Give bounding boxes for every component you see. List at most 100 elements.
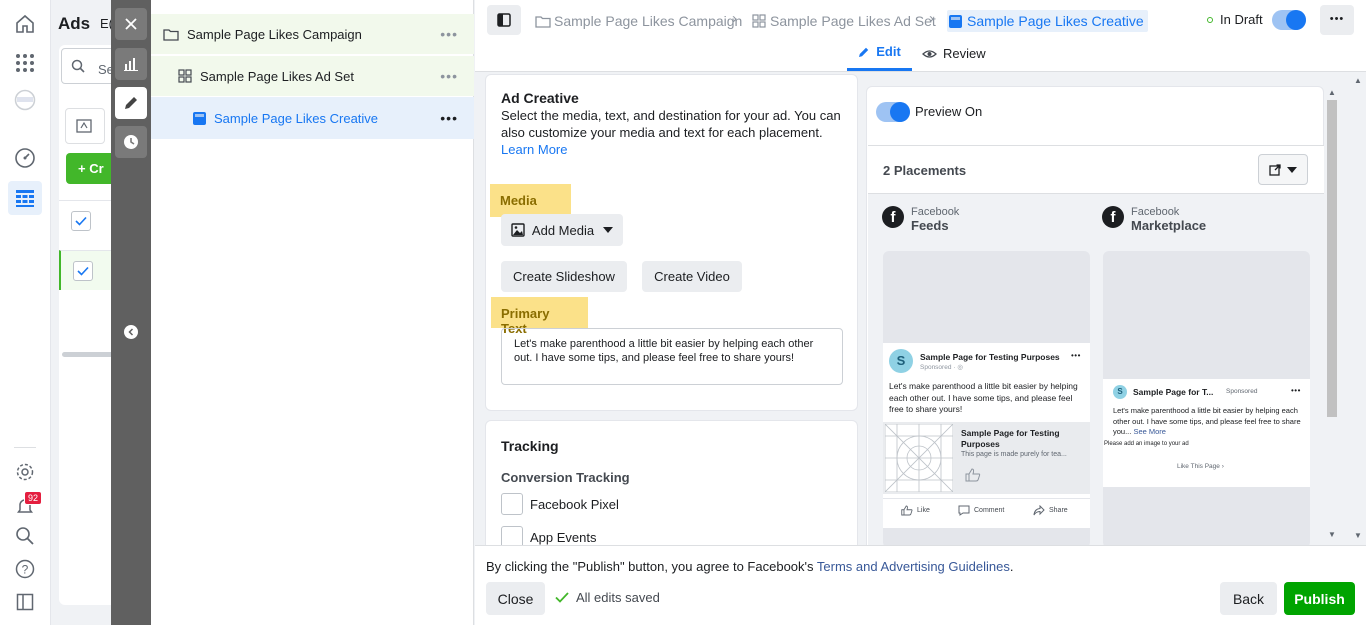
- breadcrumb-campaign[interactable]: Sample Page Likes Campaign: [535, 10, 742, 32]
- edit-pencil-icon[interactable]: [115, 87, 147, 119]
- page-avatar: S: [889, 349, 913, 373]
- home-icon[interactable]: [13, 12, 37, 36]
- media-label: Media: [490, 184, 571, 217]
- panel-toggle-icon[interactable]: [13, 590, 37, 614]
- horizontal-scrollbar[interactable]: [62, 352, 114, 357]
- breadcrumb-creative[interactable]: Sample Page Likes Creative: [947, 10, 1148, 32]
- marketplace-placement-header: f Facebook Marketplace: [1102, 206, 1206, 233]
- post-page-name: Sample Page for Testing Purposes: [920, 352, 1060, 362]
- notifications-badge: 92: [24, 491, 43, 505]
- facebook-logo-icon: f: [882, 206, 904, 228]
- status-toggle[interactable]: [1272, 10, 1306, 30]
- breadcrumb-label: Sample Page Likes Campaign: [554, 13, 743, 29]
- share-action: Share: [1033, 505, 1068, 516]
- chart-icon[interactable]: [115, 48, 147, 80]
- scroll-down-arrow-icon[interactable]: ▼: [1354, 531, 1362, 540]
- tracking-card: Tracking Conversion Tracking Facebook Pi…: [485, 420, 858, 560]
- open-preview-button[interactable]: [1258, 154, 1308, 185]
- ads-title: Ads: [58, 14, 91, 33]
- settings-gear-icon[interactable]: [13, 460, 37, 484]
- tree-item-campaign[interactable]: Sample Page Likes Campaign •••: [151, 14, 474, 54]
- divider: [883, 498, 1090, 499]
- scroll-down-arrow-icon[interactable]: ▼: [1328, 530, 1336, 539]
- placement-name: Feeds: [911, 218, 949, 233]
- breadcrumb-adset[interactable]: Sample Page Likes Ad Set: [752, 10, 936, 32]
- back-button[interactable]: Back: [1220, 582, 1277, 615]
- publish-button[interactable]: Publish: [1284, 582, 1355, 615]
- breadcrumb-label: Sample Page Likes Ad Set: [770, 13, 936, 29]
- button-label: Add Media: [531, 222, 595, 238]
- tree-item-adset[interactable]: Sample Page Likes Ad Set •••: [151, 56, 474, 96]
- table-row[interactable]: [59, 250, 114, 290]
- tree-item-creative[interactable]: Sample Page Likes Creative •••: [151, 97, 474, 139]
- preview-scrollbar[interactable]: ▲ ▼: [1326, 86, 1338, 546]
- more-options-icon: •••: [1291, 386, 1301, 395]
- search-icon[interactable]: [13, 524, 37, 548]
- row-checkbox[interactable]: [73, 261, 93, 281]
- collapse-chevron-icon[interactable]: [124, 325, 138, 339]
- folder-icon: [163, 28, 179, 41]
- feeds-post: S Sample Page for Testing Purposes Spons…: [883, 343, 1090, 528]
- adset-grid-icon: [752, 14, 766, 28]
- close-editor-button[interactable]: [115, 8, 147, 40]
- status-dot-icon: [1207, 17, 1213, 23]
- marketplace-preview-mockup[interactable]: S Sample Page for T... Sponsored ••• Let…: [1103, 251, 1310, 548]
- help-icon[interactable]: ?: [13, 557, 37, 581]
- like-action: Like: [901, 505, 930, 516]
- history-clock-icon[interactable]: [115, 126, 147, 158]
- left-navigation: 92 ?: [0, 0, 51, 625]
- table-row[interactable]: [59, 200, 114, 240]
- share-icon: [1033, 505, 1045, 516]
- row-checkbox[interactable]: [71, 211, 91, 231]
- tab-edit[interactable]: Edit: [847, 44, 912, 71]
- status-text: In Draft: [1220, 12, 1263, 27]
- scrollbar-thumb[interactable]: [1327, 100, 1337, 417]
- agreement-text: By clicking the "Publish" button, you ag…: [486, 559, 1013, 574]
- feeds-preview-mockup[interactable]: S Sample Page for Testing Purposes Spons…: [883, 251, 1090, 548]
- dashboard-gauge-icon[interactable]: [13, 146, 37, 170]
- more-options-icon[interactable]: •••: [440, 110, 458, 126]
- folder-icon: [76, 119, 92, 133]
- more-options-icon[interactable]: •••: [440, 68, 458, 84]
- create-button[interactable]: + Cr: [66, 153, 116, 184]
- scroll-up-arrow-icon[interactable]: ▲: [1354, 76, 1362, 85]
- create-slideshow-button[interactable]: Create Slideshow: [501, 261, 627, 292]
- background-search[interactable]: Se: [61, 48, 116, 84]
- more-options-button[interactable]: •••: [1320, 5, 1354, 35]
- ad-creative-icon: [949, 14, 962, 28]
- editor-toolbar: [111, 0, 151, 625]
- post-page-name: Sample Page for T...: [1133, 387, 1214, 397]
- facebook-logo-icon: f: [1102, 206, 1124, 228]
- add-media-button[interactable]: Add Media: [501, 214, 623, 246]
- thumbs-up-icon: [965, 468, 981, 482]
- more-options-icon[interactable]: •••: [440, 26, 458, 42]
- primary-text-input[interactable]: Let's make parenthood a little bit easie…: [501, 328, 843, 385]
- scroll-up-arrow-icon[interactable]: ▲: [1328, 88, 1336, 97]
- background-tab[interactable]: [65, 108, 105, 144]
- preview-toggle[interactable]: [876, 102, 910, 122]
- create-video-button[interactable]: Create Video: [642, 261, 742, 292]
- placement-name: Marketplace: [1131, 218, 1207, 233]
- placements-header: 2 Placements: [868, 146, 1324, 194]
- facebook-pixel-checkbox[interactable]: [501, 493, 523, 515]
- terms-link[interactable]: Terms and Advertising Guidelines: [817, 559, 1010, 574]
- like-page-link: Like This Page ›: [1177, 463, 1224, 470]
- tab-label: Review: [943, 46, 986, 61]
- apps-grid-icon[interactable]: [13, 51, 37, 75]
- toggle-knob: [1286, 10, 1306, 30]
- marketplace-post: S Sample Page for T... Sponsored ••• Let…: [1103, 379, 1310, 487]
- account-avatar-icon[interactable]: [13, 88, 37, 112]
- ads-manager-background: Ads E( Se + Cr: [51, 0, 119, 625]
- description-text: Select the media, text, and destination …: [501, 108, 841, 140]
- sidebar-toggle-button[interactable]: [487, 5, 521, 35]
- option-label: App Events: [530, 529, 597, 545]
- page-scrollbar[interactable]: ▲ ▼: [1351, 74, 1366, 545]
- learn-more-link[interactable]: Learn More: [501, 141, 841, 158]
- tab-review[interactable]: Review: [922, 46, 986, 61]
- facebook-pixel-option[interactable]: Facebook Pixel: [501, 493, 619, 515]
- ads-manager-table-icon[interactable]: [13, 186, 37, 210]
- placeholder-image-icon: [885, 424, 953, 492]
- conversion-tracking-label: Conversion Tracking: [501, 470, 630, 485]
- close-button[interactable]: Close: [486, 582, 545, 615]
- feeds-placement-header: f Facebook Feeds: [882, 206, 959, 233]
